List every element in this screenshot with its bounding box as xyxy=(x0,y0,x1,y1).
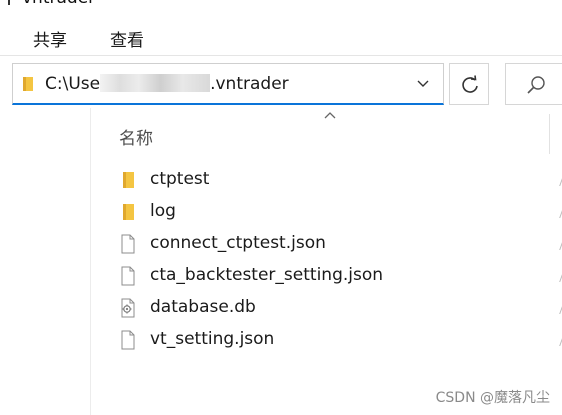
ribbon-divider xyxy=(0,55,562,56)
folder-icon xyxy=(123,172,134,188)
document-icon xyxy=(121,234,135,254)
list-item-file-vt-setting[interactable]: vt_setting.json xyxy=(119,327,539,353)
file-name: cta_backtester_setting.json xyxy=(150,265,384,285)
tab-share[interactable]: 共享 xyxy=(33,26,67,51)
watermark: CSDN @魔落凡尘 xyxy=(435,390,550,406)
title-edge-icon xyxy=(8,0,20,5)
database-file-icon xyxy=(121,298,135,318)
document-icon xyxy=(121,266,135,286)
window-title-text: vntrader xyxy=(22,0,95,8)
list-item-file-database-db[interactable]: database.db xyxy=(119,295,539,321)
file-list-pane: 名称 ctptest log connect_ctptest.json cta_… xyxy=(90,108,562,415)
redacted-path-segment xyxy=(100,74,211,92)
column-divider[interactable] xyxy=(549,114,550,154)
file-name: database.db xyxy=(150,297,256,317)
file-explorer-window: vntrader 共享 查看 C:\Use .vntrader xyxy=(0,0,562,415)
address-prefix: C:\Use xyxy=(45,74,101,94)
chevron-down-icon[interactable] xyxy=(415,75,431,91)
list-item-folder-ctptest[interactable]: ctptest xyxy=(119,167,539,193)
file-name: vt_setting.json xyxy=(150,329,275,349)
folder-icon xyxy=(123,204,134,220)
tab-view[interactable]: 查看 xyxy=(110,26,144,51)
refresh-icon xyxy=(462,75,478,93)
window-title: vntrader xyxy=(8,0,95,8)
search-icon xyxy=(527,76,545,94)
list-item-folder-log[interactable]: log xyxy=(119,199,539,225)
column-header-name[interactable]: 名称 xyxy=(119,124,153,149)
sort-ascending-icon xyxy=(324,112,336,119)
document-icon xyxy=(121,330,135,350)
file-name: log xyxy=(150,201,176,221)
search-box[interactable] xyxy=(505,63,562,105)
file-name: connect_ctptest.json xyxy=(150,233,326,253)
list-item-file-cta-backtester-setting[interactable]: cta_backtester_setting.json xyxy=(119,263,539,289)
refresh-button[interactable] xyxy=(449,63,489,105)
folder-icon xyxy=(23,77,33,91)
file-name: ctptest xyxy=(150,169,210,189)
list-item-file-connect-ctptest[interactable]: connect_ctptest.json xyxy=(119,231,539,257)
address-bar[interactable]: C:\Use .vntrader xyxy=(12,63,444,105)
address-path[interactable]: C:\Use .vntrader xyxy=(45,74,289,94)
address-suffix: .vntrader xyxy=(210,74,289,94)
ribbon-tabs: 共享 查看 xyxy=(0,20,562,54)
